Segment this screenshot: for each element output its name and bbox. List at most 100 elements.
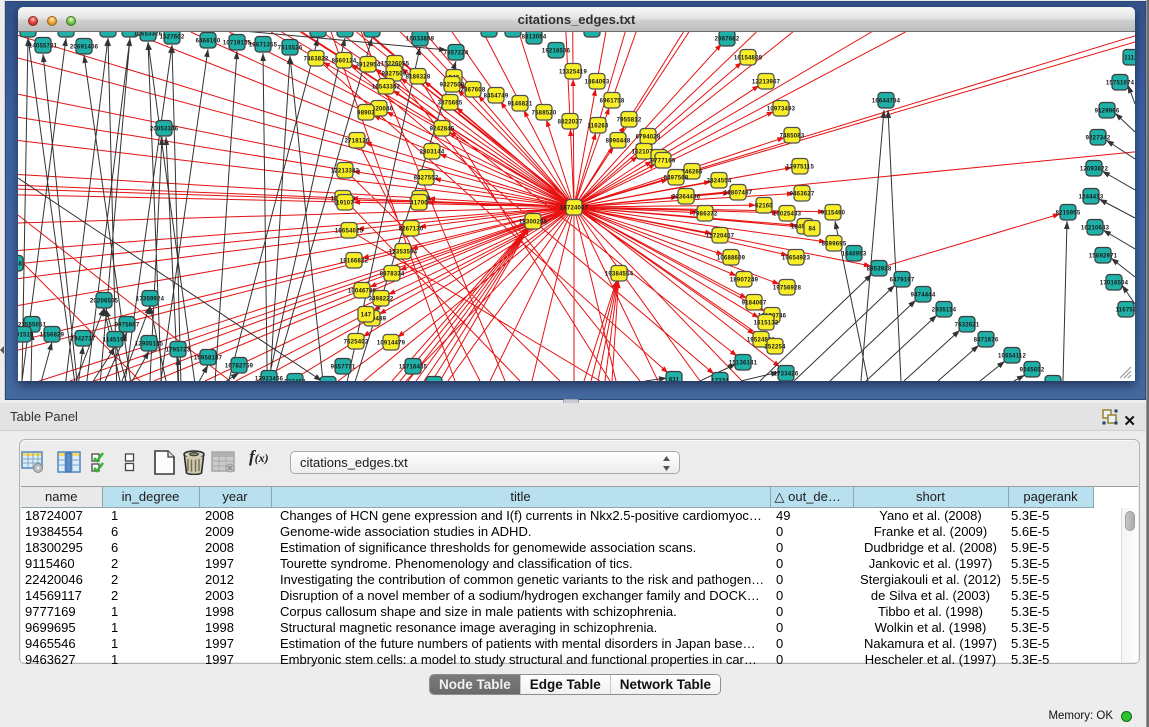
svg-text:41700: 41700 [410,201,428,207]
svg-text:7588520: 7588520 [532,111,557,117]
svg-text:2087682: 2087682 [715,37,740,43]
svg-text:3912954: 3912954 [356,63,381,69]
svg-text:6466160: 6466160 [196,39,221,45]
svg-text:9975867: 9975867 [115,323,140,329]
svg-text:16782759: 16782759 [225,364,254,370]
svg-text:10958187: 10958187 [194,356,223,362]
svg-text:18724007: 18724007 [560,206,589,212]
svg-text:19654025: 19654025 [335,229,364,235]
svg-text:8427552: 8427552 [414,176,439,182]
svg-text:2935114: 2935114 [932,308,957,314]
svg-text:10046788: 10046788 [348,289,377,295]
svg-text:12093822: 12093822 [1080,167,1109,173]
svg-text:7515526: 7515526 [278,46,303,52]
svg-text:10719155: 10719155 [223,41,252,47]
svg-text:8990448: 8990448 [606,139,631,145]
svg-text:16644784: 16644784 [872,99,901,105]
svg-text:6497568: 6497568 [664,176,689,182]
svg-text:11325419: 11325419 [559,70,587,76]
svg-text:10973493: 10973493 [767,107,796,113]
svg-text:20053346: 20053346 [150,127,179,133]
svg-text:9184067: 9184067 [742,301,767,307]
svg-text:10653326: 10653326 [134,32,163,38]
svg-text:2367608: 2367608 [461,88,486,94]
svg-text:6794028: 6794028 [636,135,661,141]
svg-text:17359924: 17359924 [136,297,165,303]
svg-text:59407816: 59407816 [331,32,360,34]
svg-text:19654923: 19654923 [782,256,811,262]
svg-text:7986372: 7986372 [693,212,718,218]
svg-text:1615132: 1615132 [754,321,779,327]
svg-text:831: 831 [669,378,680,382]
svg-text:20691406: 20691406 [70,45,99,51]
svg-text:10688609: 10688609 [717,256,746,262]
svg-text:7463822: 7463822 [304,57,329,63]
svg-text:8878334: 8878334 [380,272,405,278]
svg-text:7625402: 7625402 [344,340,369,346]
svg-text:9463627: 9463627 [790,192,815,198]
svg-text:16154808: 16154808 [734,56,763,62]
svg-text:8471676: 8471676 [974,338,999,344]
svg-text:12213382: 12213382 [331,169,360,175]
svg-text:20206505: 20206505 [90,299,119,305]
svg-text:84: 84 [808,227,816,233]
svg-text:5148: 5148 [18,262,23,268]
svg-text:9657771: 9657771 [331,365,356,371]
svg-text:15716485: 15716485 [399,365,428,371]
svg-text:15692971: 15692971 [1089,254,1118,260]
svg-text:10914479: 10914479 [377,341,406,347]
svg-text:3824554: 3824554 [707,179,732,185]
svg-text:1244413: 1244413 [1079,195,1104,201]
svg-text:8454749: 8454749 [484,94,509,100]
svg-text:19166822: 19166822 [340,259,369,265]
svg-text:12213967: 12213967 [752,80,781,86]
svg-text:7357224: 7357224 [444,51,469,57]
svg-text:2718126: 2718126 [345,139,370,145]
svg-text:8813054: 8813054 [522,35,547,41]
svg-text:391519: 391519 [18,333,34,339]
svg-text:10807487: 10807487 [724,191,753,197]
svg-text:10671355: 10671355 [249,43,278,49]
svg-text:15720407: 15720407 [706,234,735,240]
svg-text:75255341: 75255341 [499,32,528,34]
svg-text:2803144: 2803144 [420,150,445,156]
svg-text:19756928: 19756928 [773,286,802,292]
svg-text:9777169: 9777169 [651,159,676,165]
svg-text:12353594: 12353594 [389,250,418,256]
svg-text:20364436: 20364436 [672,195,701,201]
svg-text:19218506: 19218506 [542,49,571,55]
svg-text:2942737: 2942737 [71,337,96,343]
svg-text:10433218: 10433218 [18,32,43,34]
svg-text:18907249: 18907249 [730,278,759,284]
svg-text:116263: 116263 [588,124,609,130]
svg-text:1864093: 1864093 [585,80,610,86]
svg-text:16543362: 16543362 [372,85,401,91]
svg-text:9242845: 9242845 [430,127,455,133]
svg-text:6479197: 6479197 [890,278,915,284]
svg-text:9146821: 9146821 [508,102,533,108]
svg-text:8215955: 8215955 [1056,211,1081,217]
svg-text:17016504: 17016504 [1100,281,1129,287]
svg-text:7632621: 7632621 [955,323,980,329]
svg-text:15136141: 15136141 [729,361,758,367]
svg-text:9129966: 9129966 [1095,109,1120,115]
svg-text:3875685: 3875685 [438,101,463,107]
svg-text:7485083: 7485083 [780,134,805,140]
svg-text:10025433: 10025433 [773,212,802,218]
svg-text:9115460: 9115460 [821,211,846,217]
svg-text:16210643: 16210643 [1081,226,1110,232]
svg-text:147: 147 [361,313,372,319]
svg-text:19107: 19107 [336,201,354,207]
svg-text:7955812: 7955812 [617,118,642,124]
svg-text:9245652: 9245652 [1020,368,1045,374]
svg-text:1527602: 1527602 [160,35,185,41]
svg-text:15751074: 15751074 [1106,81,1135,87]
svg-text:923468: 923468 [284,380,306,382]
svg-text:8267130: 8267130 [399,227,424,233]
svg-text:252254: 252254 [764,345,786,351]
svg-text:9227342: 9227342 [1086,136,1111,142]
svg-text:3498222: 3498222 [369,297,394,303]
svg-text:14055721: 14055721 [29,44,58,50]
svg-text:9474444: 9474444 [911,293,936,299]
svg-text:23511615: 23511615 [304,32,332,34]
